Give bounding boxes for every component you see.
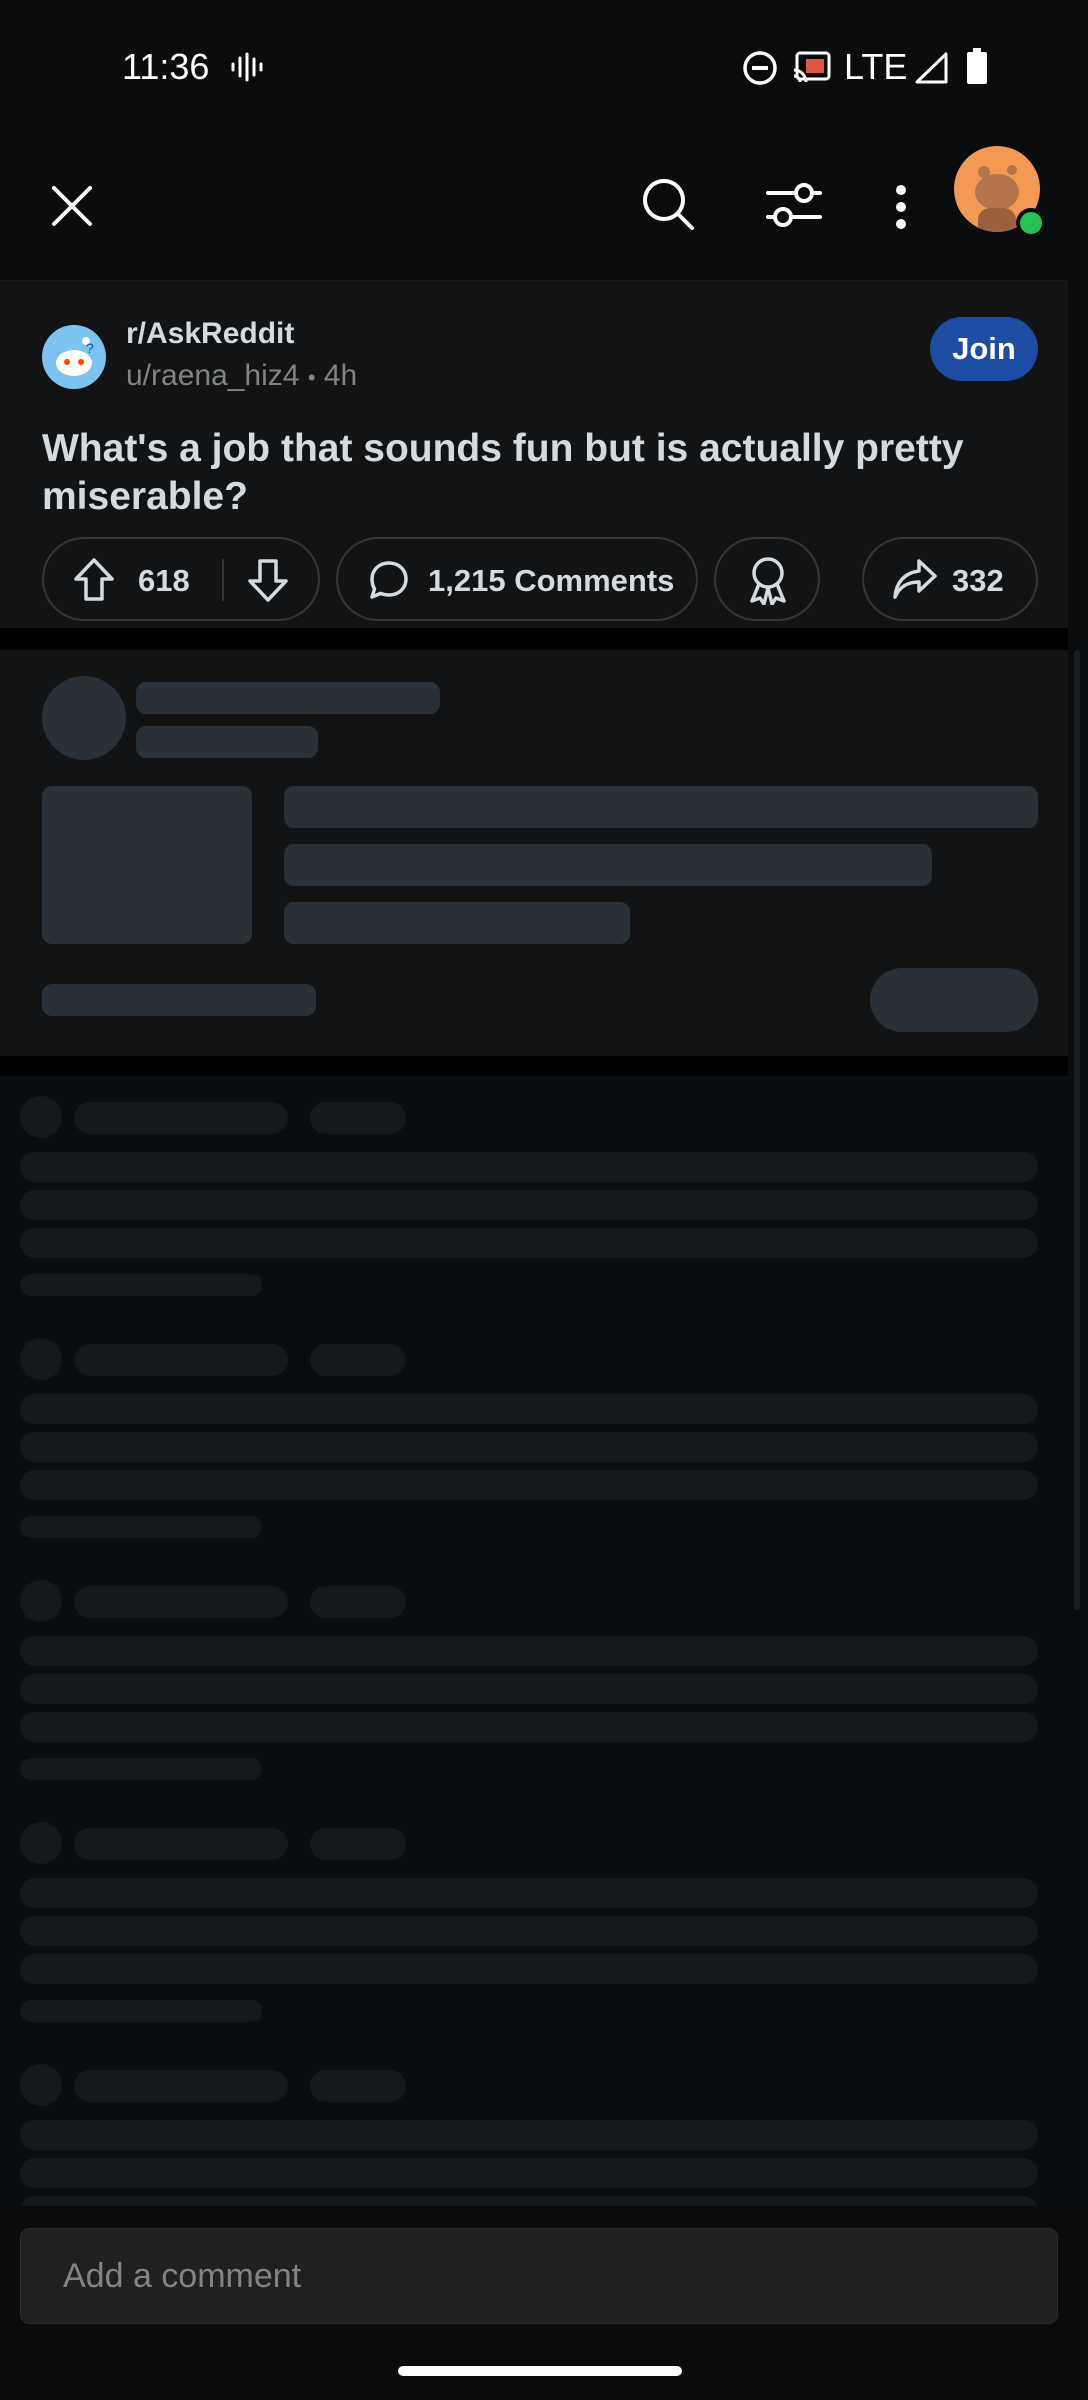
skeleton-line	[20, 1712, 1038, 1742]
skeleton-avatar	[20, 1822, 62, 1864]
vote-pill: 618	[42, 537, 320, 621]
skeleton-line	[20, 1758, 262, 1780]
join-label: Join	[952, 331, 1016, 366]
skeleton-line	[20, 1636, 1038, 1666]
status-time: 11:36	[122, 46, 210, 87]
join-button[interactable]: Join	[930, 317, 1038, 381]
skeleton-avatar	[20, 1338, 62, 1380]
upvote-count: 618	[138, 563, 190, 598]
skeleton-avatar	[20, 1096, 62, 1138]
skeleton-avatar	[20, 1580, 62, 1622]
skeleton-line	[20, 2158, 1038, 2188]
post-meta: u/raena_hiz4 • 4h	[126, 359, 357, 393]
post-title: What's a job that sounds fun but is actu…	[42, 427, 964, 518]
skeleton-line	[74, 1586, 288, 1618]
share-icon	[892, 557, 938, 601]
signal-icon	[914, 52, 948, 84]
skeleton-line	[136, 726, 318, 758]
skeleton-pill	[870, 968, 1038, 1032]
skeleton-line	[310, 1828, 406, 1860]
skeleton-line	[284, 902, 630, 944]
skeleton-line	[310, 1344, 406, 1376]
vote-divider	[222, 559, 224, 601]
skeleton-line	[310, 2070, 406, 2102]
post-age: 4h	[323, 359, 358, 392]
skeleton-line	[20, 2000, 262, 2022]
skeleton-line	[20, 2120, 1038, 2150]
subreddit-icon[interactable]: ?	[42, 325, 106, 389]
skeleton-line	[284, 844, 932, 886]
search-icon[interactable]	[638, 174, 698, 234]
skeleton-line	[20, 1432, 1038, 1462]
comment-placeholder: Add a comment	[63, 2257, 302, 2295]
skeleton-line	[42, 984, 316, 1016]
more-vertical-icon[interactable]	[886, 184, 916, 230]
skeleton-line	[136, 682, 440, 714]
skeleton-line	[20, 1878, 1038, 1908]
sort-filter-icon[interactable]	[764, 178, 824, 232]
skeleton-line	[20, 2196, 1038, 2206]
skeleton-line	[20, 1516, 262, 1538]
svg-text:?: ?	[86, 340, 94, 356]
status-bar: 11:36 LTE	[0, 0, 1088, 130]
award-icon	[746, 555, 790, 605]
skeleton-line	[74, 1344, 288, 1376]
skeleton-avatar	[20, 2064, 62, 2106]
comment-icon	[368, 559, 410, 601]
share-count: 332	[952, 563, 1004, 598]
skeleton-line	[20, 1470, 1038, 1500]
downvote-icon[interactable]	[246, 557, 290, 603]
skeleton-line	[74, 1828, 288, 1860]
skeleton-line	[20, 1190, 1038, 1220]
section-divider	[0, 628, 1068, 650]
skeleton-line	[20, 1228, 1038, 1258]
network-type: LTE	[844, 46, 908, 87]
post-author[interactable]: u/raena_hiz4	[126, 359, 299, 392]
home-gesture-bar[interactable]	[398, 2366, 682, 2376]
comment-bar: Add a comment	[0, 2206, 1088, 2400]
skeleton-line	[20, 1674, 1038, 1704]
battery-icon	[966, 48, 988, 84]
skeleton-line	[74, 2070, 288, 2102]
top-toolbar	[0, 130, 1088, 280]
post-card: ? r/AskReddit u/raena_hiz4 • 4h Join Wha…	[0, 280, 1068, 629]
share-button[interactable]: 332	[862, 537, 1038, 621]
skeleton-line	[74, 1102, 288, 1134]
subreddit-name[interactable]: r/AskReddit	[126, 317, 294, 351]
skeleton-line	[20, 1394, 1038, 1424]
skeleton-avatar	[42, 676, 126, 760]
comments-loading-area	[0, 1076, 1088, 2206]
loading-media-card	[0, 650, 1068, 1056]
skeleton-line	[284, 786, 1038, 828]
comments-button[interactable]: 1,215 Comments	[336, 537, 698, 621]
skeleton-line	[20, 1916, 1038, 1946]
skeleton-line	[310, 1586, 406, 1618]
skeleton-thumbnail	[42, 786, 252, 944]
voice-activity-icon	[230, 52, 264, 82]
comment-input[interactable]: Add a comment	[20, 2228, 1058, 2324]
scrollbar[interactable]	[1074, 650, 1080, 1610]
skeleton-line	[20, 1954, 1038, 1984]
award-button[interactable]	[714, 537, 820, 621]
cast-icon	[792, 50, 832, 84]
upvote-icon[interactable]	[72, 557, 116, 603]
skeleton-line	[310, 1102, 406, 1134]
section-divider	[0, 1056, 1068, 1076]
skeleton-line	[20, 1274, 262, 1296]
skeleton-line	[20, 1152, 1038, 1182]
comments-label: 1,215 Comments	[428, 563, 675, 598]
close-icon[interactable]	[44, 178, 100, 234]
meta-separator: •	[307, 365, 316, 390]
online-status-dot	[1016, 208, 1046, 238]
dnd-icon	[742, 50, 778, 86]
